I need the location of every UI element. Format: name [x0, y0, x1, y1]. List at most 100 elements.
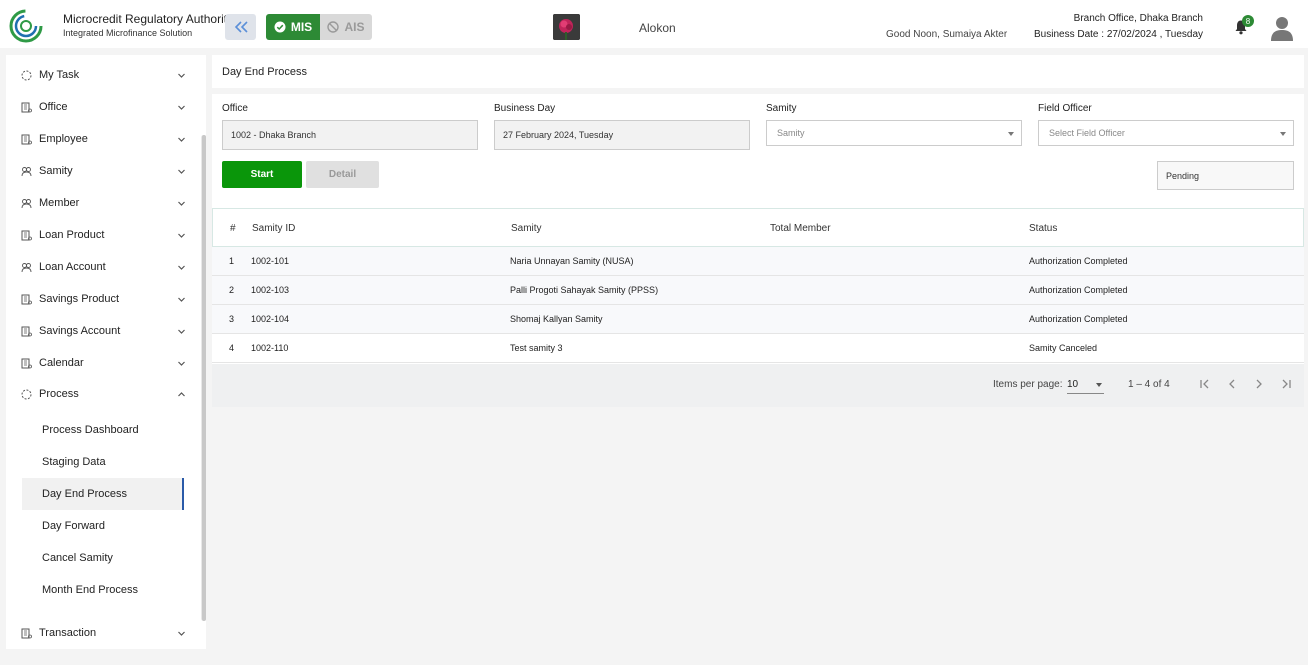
- chevron-down-icon: [178, 105, 185, 110]
- member-icon: [21, 198, 32, 208]
- chevron-up-icon: [178, 391, 185, 396]
- table-paginator: Items per page: 10 1 – 4 of 4: [212, 364, 1304, 407]
- business-day-field[interactable]: 27 February 2024, Tuesday: [494, 120, 750, 150]
- task-icon: [21, 70, 32, 80]
- items-per-page-select[interactable]: 10: [1067, 376, 1104, 394]
- table-row[interactable]: 3 1002-104 Shomaj Kallyan Samity Authori…: [212, 305, 1304, 334]
- mra-logo-icon: [9, 9, 43, 43]
- sidebar-item-loan-account[interactable]: Loan Account: [6, 251, 196, 283]
- sidebar-item-transaction[interactable]: Transaction: [6, 617, 196, 649]
- user-avatar-icon[interactable]: [1270, 15, 1294, 41]
- sidebar-item-label: Savings Product: [39, 293, 120, 305]
- sidebar-item-savings-account[interactable]: Savings Account: [6, 315, 196, 347]
- row-samity: Test samity 3: [510, 343, 563, 353]
- next-page-icon[interactable]: [1253, 378, 1265, 390]
- chevron-down-icon: [178, 137, 185, 142]
- detail-button[interactable]: Detail: [306, 161, 379, 188]
- items-per-page-label: Items per page:: [993, 379, 1063, 390]
- sidebar-item-loan-product[interactable]: Loan Product: [6, 219, 196, 251]
- block-icon: [327, 21, 340, 33]
- sidebar-item-my-task[interactable]: My Task: [6, 59, 196, 91]
- sidebar-scrollbar-thumb[interactable]: [202, 135, 206, 621]
- sidebar-subitem-month-end-process[interactable]: Month End Process: [22, 574, 184, 606]
- notification-badge: 8: [1242, 15, 1254, 27]
- sidebar-subitem-label: Month End Process: [42, 584, 138, 596]
- page-range-label: 1 – 4 of 4: [1128, 379, 1170, 390]
- center-brand: Alokon: [639, 21, 676, 35]
- sidebar-subitem-staging-data[interactable]: Staging Data: [22, 446, 184, 478]
- savings-product-icon: [21, 294, 32, 304]
- office-label: Office: [222, 103, 248, 114]
- start-button[interactable]: Start: [222, 161, 302, 188]
- table-row[interactable]: 1 1002-101 Naria Unnayan Samity (NUSA) A…: [212, 247, 1304, 276]
- sidebar-item-label: Savings Account: [39, 325, 121, 337]
- sidebar-item-samity[interactable]: Samity: [6, 155, 196, 187]
- row-status: Authorization Completed: [1029, 256, 1128, 266]
- sidebar-item-label: Samity: [39, 165, 73, 177]
- savings-account-icon: [21, 326, 32, 336]
- sidebar-item-process[interactable]: Process: [6, 378, 196, 410]
- ais-toggle-button[interactable]: AIS: [320, 14, 372, 40]
- employee-icon: [21, 134, 32, 144]
- sidebar-item-label: Transaction: [39, 627, 97, 639]
- row-samity-id: 1002-101: [251, 256, 290, 266]
- sidebar-subitem-day-end-process[interactable]: Day End Process: [22, 478, 184, 510]
- chevron-down-icon: [178, 329, 185, 334]
- office-icon: [21, 102, 32, 112]
- sidebar-subitem-label: Staging Data: [42, 456, 106, 468]
- previous-page-icon[interactable]: [1226, 378, 1238, 390]
- samity-icon: [21, 166, 32, 176]
- sidebar-subitem-label: Day End Process: [42, 488, 127, 500]
- mis-label: MIS: [290, 20, 313, 34]
- calendar-icon: [21, 358, 32, 368]
- header-total-member: Total Member: [770, 223, 831, 234]
- app-header: Microcredit Regulatory Authority Integra…: [0, 0, 1308, 48]
- row-samity: Palli Progoti Sahayak Samity (PPSS): [510, 285, 659, 295]
- process-icon: [21, 389, 32, 399]
- samity-label: Samity: [766, 103, 797, 114]
- row-status: Samity Canceled: [1029, 343, 1098, 353]
- sidebar-item-label: Employee: [39, 133, 88, 145]
- field-officer-label: Field Officer: [1038, 103, 1092, 114]
- sidebar-item-label: Loan Product: [39, 229, 105, 241]
- sidebar-item-label: Office: [39, 101, 68, 113]
- samity-select[interactable]: Samity: [766, 120, 1022, 146]
- transaction-icon: [21, 628, 32, 638]
- sidebar-subitem-day-forward[interactable]: Day Forward: [22, 510, 184, 542]
- chevron-down-icon: [178, 297, 185, 302]
- sidebar-item-label: Calendar: [39, 357, 84, 369]
- brand-subtitle: Integrated Microfinance Solution: [63, 28, 193, 38]
- sidebar-subitem-process-dashboard[interactable]: Process Dashboard: [22, 414, 184, 446]
- field-officer-select[interactable]: Select Field Officer: [1038, 120, 1294, 146]
- chevron-down-icon: [178, 631, 185, 636]
- sidebar-collapse-button[interactable]: [225, 14, 256, 40]
- last-page-icon[interactable]: [1280, 378, 1292, 390]
- sidebar-item-office[interactable]: Office: [6, 91, 196, 123]
- table-header: # Samity ID Samity Total Member Status: [212, 208, 1304, 247]
- office-field[interactable]: 1002 - Dhaka Branch: [222, 120, 478, 150]
- loan-account-icon: [21, 262, 32, 272]
- sidebar-item-label: My Task: [39, 69, 80, 81]
- page-title-bar: Day End Process: [212, 55, 1304, 88]
- row-samity-id: 1002-104: [251, 314, 290, 324]
- chevron-down-icon: [178, 73, 185, 78]
- sidebar-subitem-cancel-samity[interactable]: Cancel Samity: [22, 542, 184, 574]
- sidebar-subitem-label: Day Forward: [42, 520, 105, 532]
- first-page-icon[interactable]: [1199, 378, 1211, 390]
- table-row[interactable]: 4 1002-110 Test samity 3 Samity Canceled: [212, 334, 1304, 363]
- dropdown-arrow-icon: [1096, 383, 1102, 387]
- sidebar-item-employee[interactable]: Employee: [6, 123, 196, 155]
- greeting-text: Good Noon, Sumaiya Akter: [886, 29, 1008, 40]
- loan-product-icon: [21, 230, 32, 240]
- sidebar-item-savings-product[interactable]: Savings Product: [6, 283, 196, 315]
- row-status: Authorization Completed: [1029, 285, 1128, 295]
- sidebar-item-member[interactable]: Member: [6, 187, 196, 219]
- day-end-card: Office 1002 - Dhaka Branch Business Day …: [212, 94, 1304, 407]
- table-row[interactable]: 2 1002-103 Palli Progoti Sahayak Samity …: [212, 276, 1304, 305]
- mis-toggle-button[interactable]: MIS: [266, 14, 320, 40]
- flower-image: [553, 14, 580, 40]
- sidebar-subitem-label: Process Dashboard: [42, 424, 139, 436]
- status-field[interactable]: Pending: [1157, 161, 1294, 190]
- chevron-down-icon: [178, 265, 185, 270]
- sidebar-item-calendar[interactable]: Calendar: [6, 347, 196, 379]
